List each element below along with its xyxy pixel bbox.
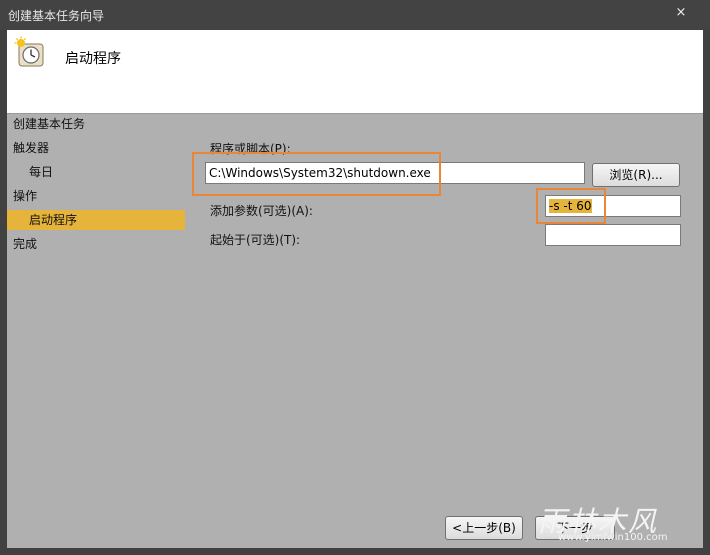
close-button[interactable]: × — [670, 3, 692, 23]
annotation-box-args — [536, 188, 606, 224]
title-bar: 创建基本任务向导 × — [0, 0, 710, 30]
browse-button[interactable]: 浏览(R)... — [592, 163, 680, 187]
args-label: 添加参数(可选)(A): — [210, 204, 313, 218]
step-start-program[interactable]: 启动程序 — [7, 210, 185, 230]
step-create-basic-task[interactable]: 创建基本任务 — [13, 114, 85, 134]
step-action[interactable]: 操作 — [13, 186, 37, 206]
watermark-url: www.ylmfwin100.com — [558, 532, 668, 543]
step-daily[interactable]: 每日 — [29, 162, 53, 182]
page-title: 启动程序 — [65, 51, 121, 67]
step-finish[interactable]: 完成 — [13, 234, 37, 254]
clock-icon — [14, 36, 44, 67]
wizard-header: 启动程序 — [7, 30, 703, 114]
back-button[interactable]: <上一步(B) — [445, 516, 523, 540]
window-title: 创建基本任务向导 — [8, 9, 105, 23]
step-trigger[interactable]: 触发器 — [13, 138, 49, 158]
annotation-box-program — [192, 152, 441, 196]
wizard-body: 启动程序 创建基本任务 触发器 每日 操作 启动程序 完成 程序或脚本(P): … — [7, 30, 703, 548]
startin-input[interactable] — [545, 224, 681, 246]
startin-label: 起始于(可选)(T): — [210, 233, 301, 247]
